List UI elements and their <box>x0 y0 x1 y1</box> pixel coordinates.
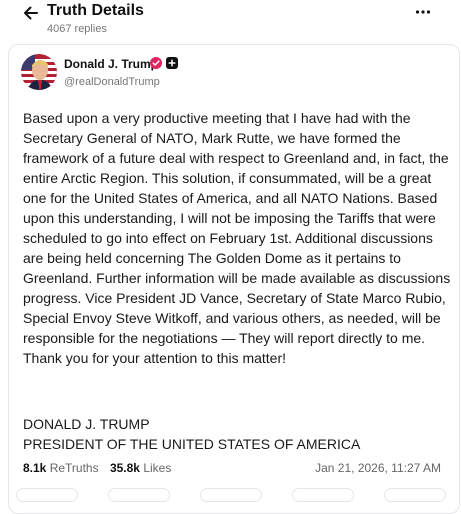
likes-label: Likes <box>143 461 172 475</box>
retruths-count: 8.1k <box>23 461 47 475</box>
reply-button[interactable] <box>16 488 78 502</box>
more-horizontal-icon[interactable] <box>414 3 432 21</box>
reply-count: 4067 replies <box>47 23 107 35</box>
likes-stat[interactable]: 35.8k Likes <box>110 461 171 475</box>
author-name[interactable]: Donald J. Trump <box>64 57 158 71</box>
avatar-image <box>21 54 57 90</box>
retruths-label: ReTruths <box>49 461 99 475</box>
action-bar <box>16 488 456 502</box>
like-button[interactable] <box>200 488 262 502</box>
post-timestamp: Jan 21, 2026, 11:27 AM <box>315 461 441 475</box>
page-title: Truth Details <box>47 2 144 19</box>
likes-count: 35.8k <box>109 461 140 475</box>
signature-name: DONALD J. TRUMP <box>23 416 150 432</box>
signature-title: PRESIDENT OF THE UNITED STATES OF AMERIC… <box>23 436 361 452</box>
top-bar: Truth Details 4067 replies <box>0 0 461 40</box>
post-signature: DONALD J. TRUMP PRESIDENT OF THE UNITED … <box>23 414 453 454</box>
author-handle[interactable]: @realDonaldTrump <box>64 76 160 88</box>
engagement-stats: 8.1k ReTruths 35.8k Likes <box>23 461 171 475</box>
verified-badge-icon <box>150 57 162 69</box>
retruth-button[interactable] <box>108 488 170 502</box>
share-button[interactable] <box>292 488 354 502</box>
arrow-left-icon[interactable] <box>22 4 40 22</box>
retruths-stat[interactable]: 8.1k ReTruths <box>23 461 99 475</box>
post-body: Based upon a very productive meeting tha… <box>23 110 451 366</box>
more-actions-button[interactable] <box>384 488 446 502</box>
avatar[interactable] <box>21 54 57 90</box>
platform-badge-icon <box>166 57 178 69</box>
